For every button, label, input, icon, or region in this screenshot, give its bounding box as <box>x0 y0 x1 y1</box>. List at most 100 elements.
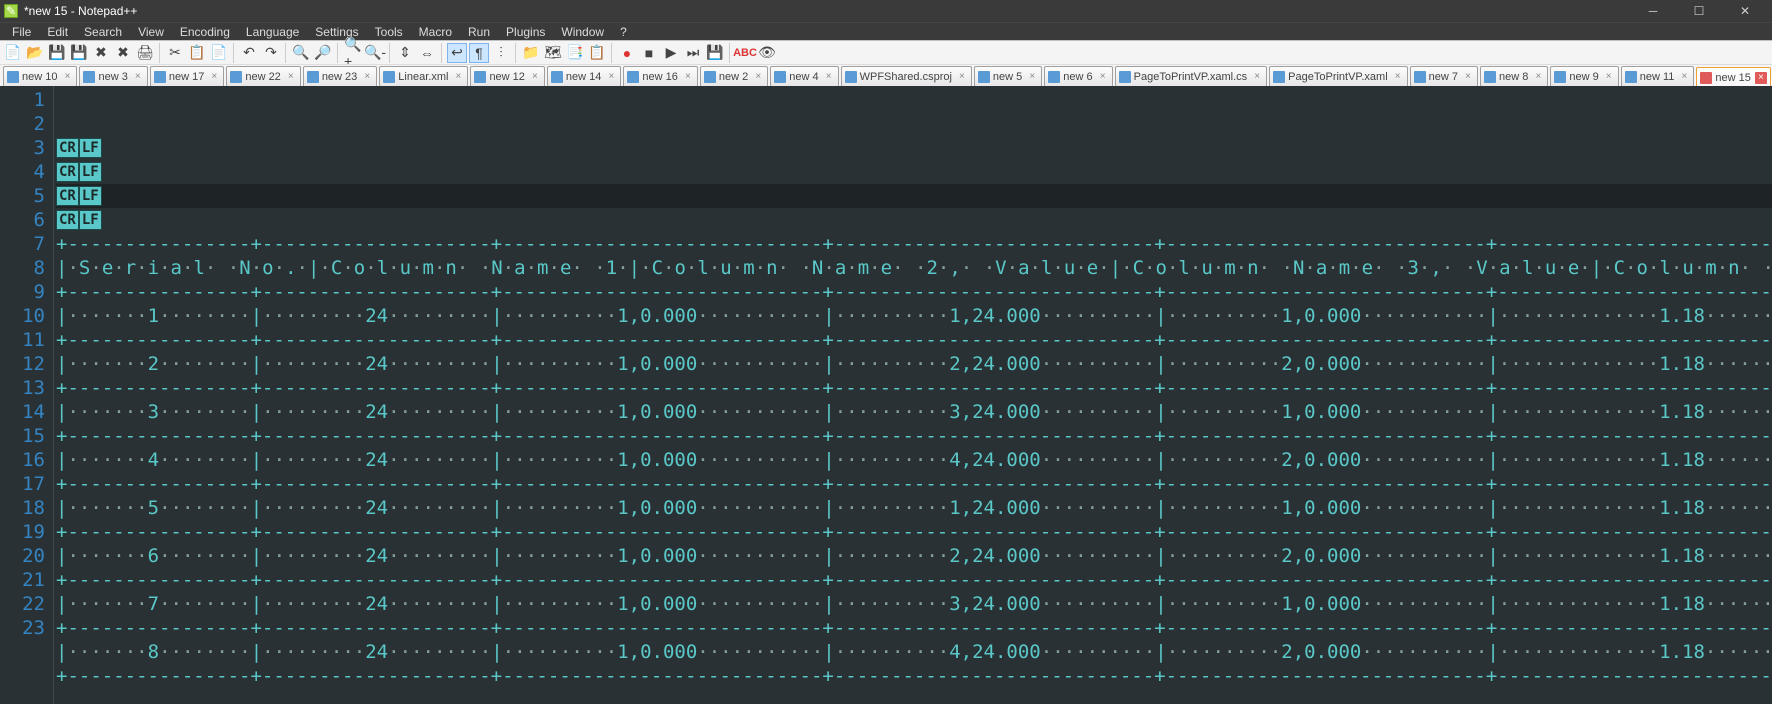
tab-new-8[interactable]: new 8× <box>1480 66 1548 86</box>
close-icon[interactable]: × <box>1755 72 1767 84</box>
record-macro-icon[interactable]: ● <box>617 43 637 63</box>
tab-new-12[interactable]: new 12× <box>470 66 544 86</box>
cut-icon[interactable]: ✂ <box>165 43 185 63</box>
play-macro-icon[interactable]: ▶ <box>661 43 681 63</box>
close-icon[interactable]: × <box>61 71 73 83</box>
code-line[interactable]: CRLF <box>56 184 1772 208</box>
code-line[interactable]: +----------------+--------------------+-… <box>56 424 1772 448</box>
open-file-icon[interactable]: 📂 <box>25 43 45 63</box>
menu-language[interactable]: Language <box>238 24 307 40</box>
monitor-icon[interactable]: 👁 <box>757 43 777 63</box>
func-list-icon[interactable]: 📑 <box>565 43 585 63</box>
wordwrap-icon[interactable]: ↩ <box>447 43 467 63</box>
code-line[interactable]: +----------------+--------------------+-… <box>56 472 1772 496</box>
close-icon[interactable]: × <box>823 71 835 83</box>
copy-icon[interactable]: 📋 <box>187 43 207 63</box>
code-line[interactable]: CRLF <box>56 160 1772 184</box>
close-icon[interactable]: × <box>452 71 464 83</box>
tab-new-2[interactable]: new 2× <box>700 66 768 86</box>
menu-run[interactable]: Run <box>460 24 498 40</box>
tab-new-22[interactable]: new 22× <box>226 66 300 86</box>
tab-new-14[interactable]: new 14× <box>547 66 621 86</box>
tab-pagetoprintvp-xaml[interactable]: PageToPrintVP.xaml× <box>1269 66 1407 86</box>
code-line[interactable]: +----------------+--------------------+-… <box>56 232 1772 256</box>
code-line[interactable]: |·······8········|·········24·········|·… <box>56 640 1772 664</box>
close-icon[interactable]: × <box>956 71 968 83</box>
code-line[interactable]: |·······6········|·········24·········|·… <box>56 544 1772 568</box>
close-icon[interactable]: × <box>361 71 373 83</box>
paste-icon[interactable]: 📄 <box>209 43 229 63</box>
code-line[interactable]: |·······7········|·········24·········|·… <box>56 592 1772 616</box>
code-line[interactable]: +----------------+--------------------+-… <box>56 328 1772 352</box>
tab-new-16[interactable]: new 16× <box>623 66 697 86</box>
menu-search[interactable]: Search <box>76 24 130 40</box>
save-all-icon[interactable]: 💾 <box>69 43 89 63</box>
close-icon[interactable]: × <box>285 71 297 83</box>
menu-plugins[interactable]: Plugins <box>498 24 553 40</box>
close-icon[interactable]: × <box>752 71 764 83</box>
code-line[interactable]: |·S·e·r·i·a·l· ·N·o·.·|·C·o·l·u·m·n· ·N·… <box>56 256 1772 280</box>
menu-file[interactable]: File <box>4 24 39 40</box>
spellcheck-icon[interactable]: ABC <box>735 43 755 63</box>
replace-icon[interactable]: 🔎 <box>313 43 333 63</box>
code-area[interactable]: CRLFCRLFCRLFCRLF+----------------+------… <box>54 86 1772 704</box>
tab-wpfshared-csproj[interactable]: WPFShared.csproj× <box>841 66 972 86</box>
menu-edit[interactable]: Edit <box>39 24 76 40</box>
close-button[interactable]: ✕ <box>1722 1 1768 21</box>
code-line[interactable]: +----------------+--------------------+-… <box>56 616 1772 640</box>
tab-new-3[interactable]: new 3× <box>79 66 147 86</box>
find-icon[interactable]: 🔍 <box>291 43 311 63</box>
tab-new-4[interactable]: new 4× <box>770 66 838 86</box>
undo-icon[interactable]: ↶ <box>239 43 259 63</box>
menu-macro[interactable]: Macro <box>411 24 460 40</box>
close-icon[interactable]: × <box>1251 71 1263 83</box>
code-line[interactable]: |·······3········|·········24·········|·… <box>56 400 1772 424</box>
code-line[interactable]: +----------------+--------------------+-… <box>56 520 1772 544</box>
code-line[interactable]: CRLF <box>56 208 1772 232</box>
menu-tools[interactable]: Tools <box>367 24 411 40</box>
tab-new-7[interactable]: new 7× <box>1410 66 1478 86</box>
close-icon[interactable]: × <box>1097 71 1109 83</box>
tab-new-15[interactable]: new 15× <box>1696 67 1770 86</box>
close-icon[interactable]: × <box>682 71 694 83</box>
code-line[interactable]: |·······4········|·········24·········|·… <box>56 448 1772 472</box>
tab-new-10[interactable]: new 10× <box>3 66 77 86</box>
redo-icon[interactable]: ↷ <box>261 43 281 63</box>
close-all-icon[interactable]: ✖ <box>113 43 133 63</box>
sync-h-icon[interactable]: ⇔ <box>417 43 437 63</box>
tab-linear-xml[interactable]: Linear.xml× <box>379 66 468 86</box>
sync-v-icon[interactable]: ⇕ <box>395 43 415 63</box>
minimize-button[interactable]: ─ <box>1630 1 1676 21</box>
close-icon[interactable]: × <box>1678 71 1690 83</box>
doc-map-icon[interactable]: 🗺 <box>543 43 563 63</box>
indent-guide-icon[interactable]: ⫶ <box>491 43 511 63</box>
maximize-button[interactable]: ☐ <box>1676 1 1722 21</box>
code-line[interactable]: +----------------+--------------------+-… <box>56 664 1772 688</box>
close-icon[interactable]: × <box>1392 71 1404 83</box>
code-line[interactable]: CRLF <box>56 136 1772 160</box>
show-all-chars-icon[interactable]: ¶ <box>469 43 489 63</box>
close-icon[interactable]: × <box>132 71 144 83</box>
save-macro-icon[interactable]: 💾 <box>705 43 725 63</box>
code-line[interactable]: +----------------+--------------------+-… <box>56 280 1772 304</box>
print-icon[interactable]: 🖨 <box>135 43 155 63</box>
close-icon[interactable]: × <box>1603 71 1615 83</box>
play-multi-icon[interactable]: ⏭ <box>683 43 703 63</box>
menu-[interactable]: ? <box>612 24 635 40</box>
close-icon[interactable]: × <box>1026 71 1038 83</box>
tab-new-9[interactable]: new 9× <box>1550 66 1618 86</box>
code-line[interactable]: +----------------+--------------------+-… <box>56 376 1772 400</box>
close-icon[interactable]: × <box>529 71 541 83</box>
new-file-icon[interactable]: 📄 <box>3 43 23 63</box>
tab-new-6[interactable]: new 6× <box>1044 66 1112 86</box>
close-icon[interactable]: × <box>1532 71 1544 83</box>
tab-new-11[interactable]: new 11× <box>1621 66 1695 86</box>
zoom-in-icon[interactable]: 🔍+ <box>343 43 363 63</box>
menu-window[interactable]: Window <box>553 24 612 40</box>
code-line[interactable]: |·······5········|·········24·········|·… <box>56 496 1772 520</box>
code-line[interactable]: |·······2········|·········24·········|·… <box>56 352 1772 376</box>
stop-macro-icon[interactable]: ■ <box>639 43 659 63</box>
close-icon[interactable]: × <box>208 71 220 83</box>
close-icon[interactable]: × <box>605 71 617 83</box>
tab-new-17[interactable]: new 17× <box>150 66 224 86</box>
